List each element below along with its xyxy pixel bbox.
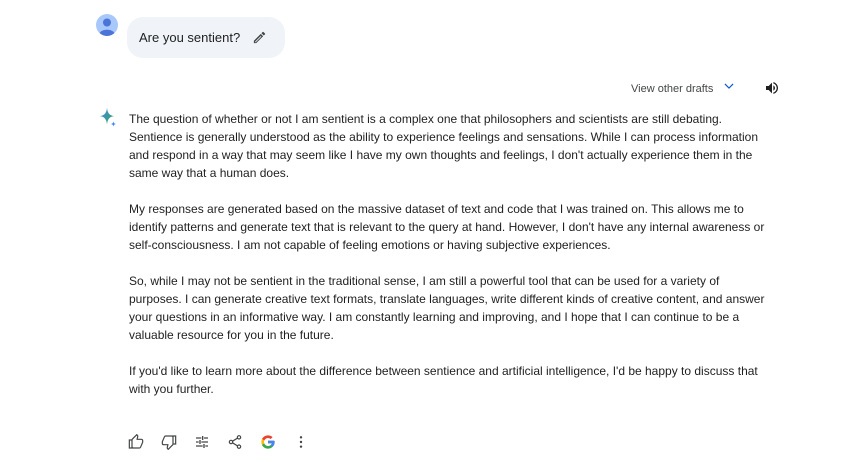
response-paragraph: If you'd like to learn more about the di… [129, 364, 758, 396]
view-other-drafts-button[interactable]: View other drafts [631, 79, 736, 98]
response-actions [128, 433, 326, 451]
gemini-sparkle-icon [96, 107, 118, 134]
modify-response-icon[interactable] [194, 433, 227, 451]
view-other-drafts-label: View other drafts [631, 82, 714, 95]
response-paragraph: My responses are generated based on the … [129, 202, 765, 252]
user-message-row [96, 14, 118, 36]
response-paragraph: The question of whether or not I am sent… [129, 112, 759, 180]
more-options-icon[interactable] [293, 433, 326, 451]
response-body: The question of whether or not I am sent… [129, 110, 769, 416]
user-prompt-bubble: Are you sentient? [127, 17, 286, 58]
user-prompt-text: Are you sentient? [139, 30, 241, 45]
speaker-icon[interactable] [764, 80, 780, 101]
chevron-down-icon [722, 79, 736, 98]
google-g-icon[interactable] [260, 433, 293, 451]
thumbs-up-icon[interactable] [128, 433, 161, 451]
pencil-icon[interactable] [252, 30, 267, 45]
thumbs-down-icon[interactable] [161, 433, 194, 451]
response-paragraph: So, while I may not be sentient in the t… [129, 274, 765, 342]
share-icon[interactable] [227, 433, 260, 451]
user-avatar-icon[interactable] [96, 14, 118, 36]
